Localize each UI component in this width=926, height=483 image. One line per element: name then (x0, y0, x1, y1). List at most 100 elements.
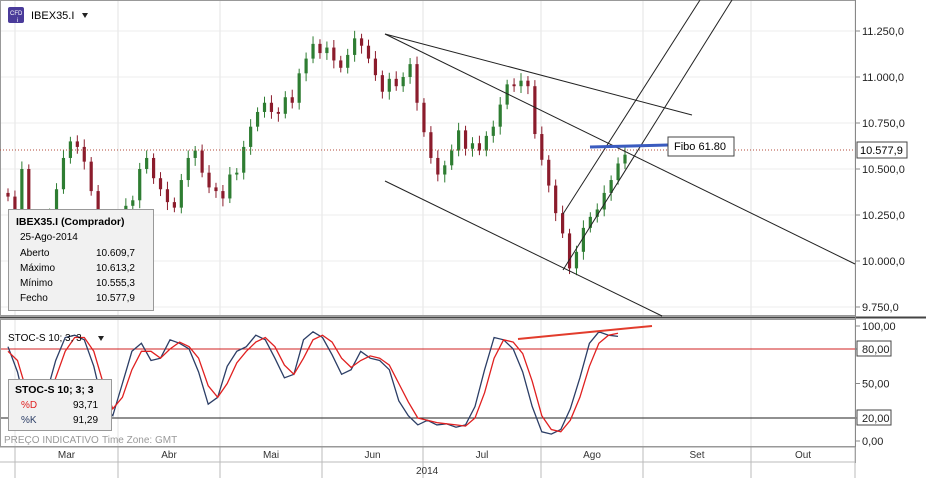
candle-body (353, 38, 357, 55)
candle-body (463, 130, 468, 149)
triangle-down-icon[interactable] (82, 13, 88, 18)
candle-body (443, 165, 447, 175)
svg-text:CFD: CFD (10, 11, 23, 17)
candle-body (540, 134, 544, 160)
price-tick-label: 10.000,0 (862, 256, 905, 268)
candle-body (297, 73, 301, 103)
stoc-tick-label: 80,00 (862, 344, 890, 356)
fibo-label: Fibo 61.80 (674, 141, 726, 153)
current-price-label: 10.577,9 (860, 145, 903, 157)
candle-body (616, 163, 620, 181)
candle-body (415, 64, 419, 103)
month-label: Jul (476, 450, 489, 461)
candle-body (339, 60, 343, 68)
ohlc-date: 25-Ago-2014 (20, 232, 78, 243)
trendline-channel-lower[interactable] (384, 180, 663, 317)
stoc-values-panel: STOC-S 10; 3; 3 %D 93,71 %K 91,29 (8, 379, 112, 431)
month-label: Mar (58, 450, 76, 461)
candle-body (228, 174, 232, 199)
candle-body (450, 150, 454, 166)
candle-body (359, 38, 364, 46)
candle-body (61, 157, 66, 190)
month-label: Set (689, 450, 704, 461)
candle-body (623, 154, 627, 164)
ohlc-row-high: Máximo 10.613,2 (20, 263, 135, 274)
candle-body (318, 43, 322, 54)
trendline-channel-upper[interactable] (384, 33, 856, 265)
candle-body (561, 213, 565, 234)
candle-body (269, 102, 274, 112)
month-label: Jun (364, 450, 380, 461)
price-tick-label: 10.750,0 (862, 118, 905, 130)
candle-body (401, 77, 405, 87)
candle-body (512, 84, 516, 87)
month-label: Ago (583, 450, 601, 461)
price-tick-label: 9.750,0 (862, 302, 899, 314)
fibo-level-line[interactable] (589, 143, 669, 149)
stoc-tick-label: 50,00 (862, 379, 890, 391)
candle-body (574, 251, 579, 269)
ohlc-row-close: Fecho 10.577,9 (20, 293, 135, 304)
candle-body (75, 141, 79, 147)
candle-body (165, 189, 170, 203)
candle-body (533, 86, 537, 135)
indicator-label: STOC-S 10; 3; 3 (8, 333, 82, 344)
triangle-down-icon[interactable] (98, 336, 104, 341)
candle-body (519, 80, 523, 87)
candle-body (186, 157, 190, 181)
candle-body (567, 233, 572, 269)
candle-body (242, 146, 246, 173)
candle-body (325, 47, 329, 54)
chart-window: Fibo 61.80 11.250,0 11.000,0 10.750,0 10.50… (0, 0, 926, 478)
candle-body (138, 169, 142, 201)
timezone-label: Time Zone: GMT (102, 435, 177, 446)
candle-body (491, 126, 495, 136)
candle-body (602, 192, 606, 210)
candle-body (394, 78, 398, 87)
candle-body (131, 200, 135, 206)
indicator-selector[interactable]: STOC-S 10; 3; 3 (8, 333, 104, 344)
stoc-axis: 100,00 80,00 50,00 20,00 0,00 (855, 321, 896, 448)
candle-body (249, 126, 253, 147)
price-tick-label: 10.500,0 (862, 164, 905, 176)
candle-body (346, 54, 350, 68)
ohlc-row-open: Aberto 10.609,7 (20, 248, 135, 259)
candle-body (151, 157, 156, 179)
candle-body (477, 143, 482, 151)
symbol-selector[interactable]: CFD i IBEX35.I (8, 7, 88, 24)
candle-body (283, 97, 287, 114)
price-tick-label: 11.250,0 (862, 26, 904, 38)
candle-body (387, 78, 391, 92)
price-tick-label: 10.250,0 (862, 210, 905, 222)
candle-body (207, 172, 211, 188)
candle-body (470, 143, 475, 149)
price-axis: 11.250,0 11.000,0 10.750,0 10.500,0 10.250,0… (855, 26, 905, 314)
svg-text:i: i (17, 18, 18, 24)
trendline-up-channel-right[interactable] (562, 0, 701, 215)
candle-body (255, 111, 260, 127)
candle-body (422, 102, 426, 133)
month-label: Abr (161, 450, 177, 461)
trendline-up-channel-left[interactable] (562, 0, 733, 271)
candle-body (6, 192, 10, 197)
candle-body (457, 130, 461, 151)
candle-body (13, 196, 17, 210)
candle-body (311, 43, 315, 59)
month-label: Mai (263, 450, 279, 461)
divergence-line[interactable] (517, 325, 653, 340)
trendline-upper-resistance[interactable] (384, 33, 693, 116)
candle-body (332, 47, 336, 61)
candle-body (408, 64, 412, 77)
candle-body (304, 58, 308, 74)
stoc-row-d: %D 93,71 (21, 400, 99, 411)
candle-body (276, 111, 280, 114)
stoc-panel-frame (0, 319, 856, 447)
candle-body (484, 135, 488, 151)
candle-body (172, 202, 176, 208)
ohlc-row-low: Mínimo 10.555,3 (20, 278, 135, 289)
price-type-label: PREÇO INDICATIVO (4, 435, 99, 446)
candle-body (554, 185, 558, 214)
candle-body (82, 146, 86, 162)
stoc-row-k: %K 91,29 (21, 415, 99, 426)
candle-body (193, 150, 197, 158)
